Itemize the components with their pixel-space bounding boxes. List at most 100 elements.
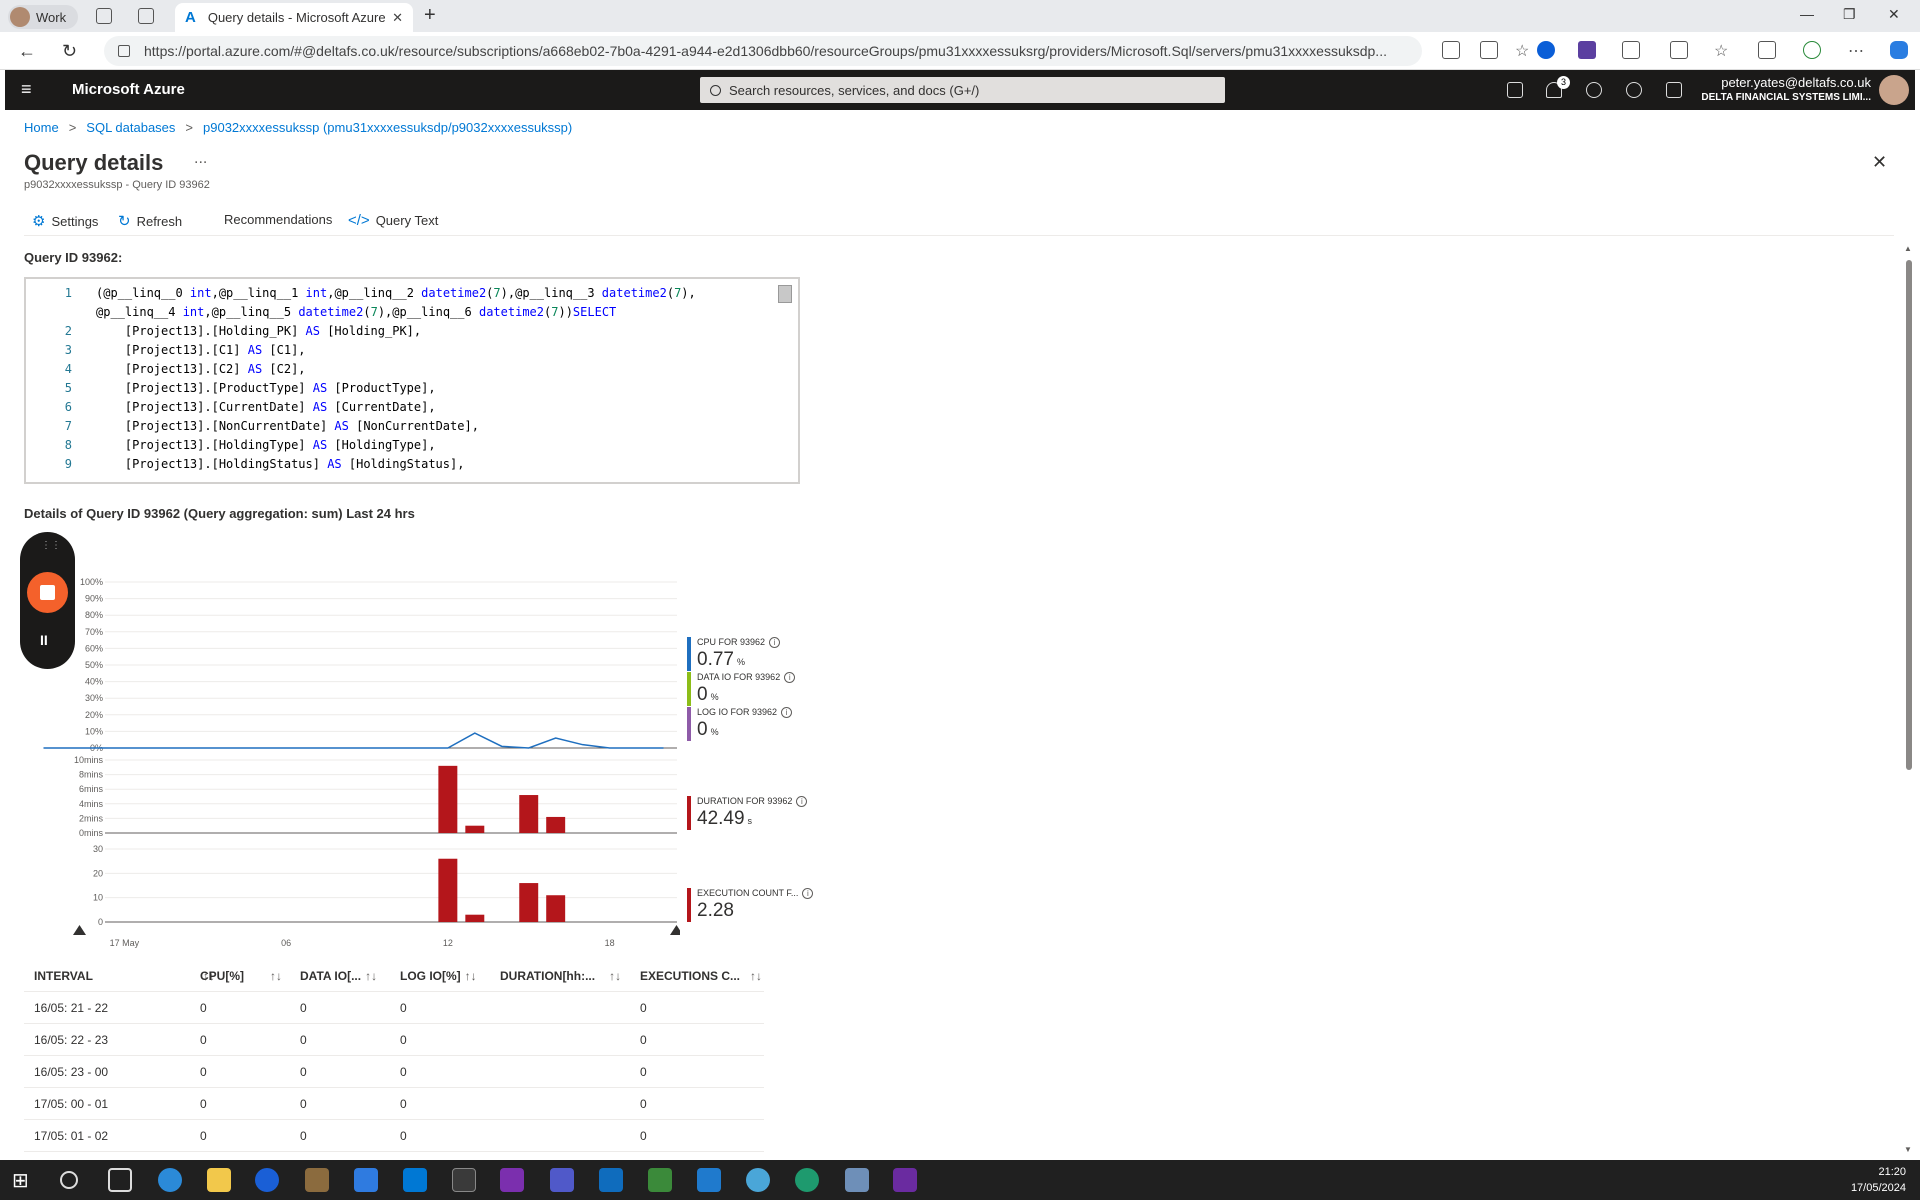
sort-icon[interactable]: ↑↓	[609, 969, 621, 983]
back-icon[interactable]: ←	[18, 41, 36, 62]
info-icon[interactable]: i	[796, 796, 808, 807]
col-header-executions[interactable]: EXECUTIONS C... ↑↓	[630, 969, 764, 983]
table-row[interactable]: 17/05: 01 - 02 0 0 0 0	[24, 1120, 764, 1152]
azure-app-icon[interactable]	[403, 1168, 427, 1192]
feedback-icon[interactable]	[1666, 82, 1682, 98]
recommendations-button[interactable]: Recommendations	[224, 212, 332, 227]
account-menu[interactable]: peter.yates@deltafs.co.uk DELTA FINANCIA…	[1701, 75, 1871, 103]
info-icon[interactable]: i	[769, 637, 781, 648]
col-header-interval[interactable]: INTERVAL ↑↓	[24, 969, 215, 983]
close-blade-icon[interactable]: ✕	[1872, 152, 1887, 173]
onenote-app-icon[interactable]	[500, 1168, 524, 1192]
user-avatar[interactable]	[1879, 75, 1909, 105]
tab-close-icon[interactable]: ✕	[392, 10, 403, 26]
open-in-app-icon[interactable]	[1442, 41, 1460, 59]
window-close-icon[interactable]: ✕	[1888, 6, 1900, 23]
legend-log-io[interactable]: LOG IO FOR 93962 i 0%	[687, 707, 793, 741]
pause-icon[interactable]: II	[40, 632, 48, 648]
terminal-app-icon[interactable]	[452, 1168, 476, 1192]
info-icon[interactable]: i	[784, 672, 796, 683]
table-row[interactable]: 16/05: 21 - 22 0 0 0 0	[24, 992, 764, 1024]
breadcrumb-sql-databases[interactable]: SQL databases	[86, 120, 175, 135]
extension-icon[interactable]	[1578, 41, 1596, 59]
project-app-icon[interactable]	[648, 1168, 672, 1192]
help-icon[interactable]	[1626, 82, 1642, 98]
workspaces-icon[interactable]	[96, 8, 112, 24]
app-icon[interactable]	[746, 1168, 770, 1192]
browser-tab[interactable]: A Query details - Microsoft Azure ✕	[175, 3, 413, 32]
search-taskbar-icon[interactable]	[60, 1171, 78, 1189]
windows-start-icon[interactable]: ⊞	[12, 1168, 36, 1192]
new-tab-icon[interactable]: +	[424, 4, 436, 27]
task-view-icon[interactable]	[108, 1168, 132, 1192]
refresh-button[interactable]: ↻ Refresh	[118, 212, 182, 230]
copilot-icon[interactable]	[1890, 41, 1908, 59]
minimize-icon[interactable]: —	[1800, 6, 1814, 22]
settings-gear-icon[interactable]	[1586, 82, 1602, 98]
browser-tab-strip: Work A Query details - Microsoft Azure ✕…	[0, 0, 1920, 32]
edge-app-icon[interactable]	[795, 1168, 819, 1192]
tab-actions-icon[interactable]	[138, 8, 154, 24]
legend-execution-count[interactable]: EXECUTION COUNT F... i 2.28	[687, 888, 814, 922]
breadcrumb-home[interactable]: Home	[24, 120, 59, 135]
file-explorer-icon[interactable]	[207, 1168, 231, 1192]
stop-recording-button[interactable]	[27, 572, 68, 613]
info-icon[interactable]: i	[802, 888, 814, 899]
page-scrollbar[interactable]: ▲ ▼	[1903, 244, 1915, 1154]
sort-icon[interactable]: ↑↓	[270, 969, 282, 983]
col-header-data-io[interactable]: DATA IO[... ↑↓	[290, 969, 390, 983]
todo-app-icon[interactable]	[354, 1168, 378, 1192]
drag-handle-icon[interactable]: ⋮⋮	[41, 540, 61, 551]
settings-button[interactable]: ⚙ Settings	[32, 212, 98, 230]
teams-app-icon[interactable]	[550, 1168, 574, 1192]
query-text-button[interactable]: </> Query Text	[348, 212, 438, 229]
collections-icon[interactable]	[1758, 41, 1776, 59]
cloud-shell-icon[interactable]	[1507, 82, 1523, 98]
reload-icon[interactable]: ↻	[62, 41, 77, 62]
scroll-thumb[interactable]	[1906, 260, 1912, 770]
read-aloud-icon[interactable]	[1480, 41, 1498, 59]
app-icon[interactable]	[305, 1168, 329, 1192]
portal-menu-icon[interactable]: ≡	[21, 79, 32, 100]
profile-button[interactable]: Work	[8, 5, 78, 29]
sort-icon[interactable]: ↑↓	[365, 969, 377, 983]
legend-cpu[interactable]: CPU FOR 93962 i 0.77%	[687, 637, 781, 671]
favorite-icon[interactable]: ☆	[1515, 41, 1533, 60]
col-header-duration[interactable]: DURATION[hh:... ↑↓	[490, 969, 630, 983]
favorites-icon[interactable]: ☆	[1714, 41, 1732, 60]
more-menu-icon[interactable]: ⋯	[1848, 41, 1866, 60]
table-row[interactable]: 17/05: 00 - 01 0 0 0 0	[24, 1088, 764, 1120]
system-clock[interactable]: 21:20 17/05/2024	[1851, 1164, 1906, 1196]
breadcrumb-database[interactable]: p9032xxxxessukssp (pmu31xxxxessuksdp/p90…	[203, 120, 572, 135]
azure-brand[interactable]: Microsoft Azure	[72, 81, 185, 98]
1password-app-icon[interactable]	[255, 1168, 279, 1192]
global-search-input[interactable]: Search resources, services, and docs (G+…	[700, 77, 1225, 103]
url-field[interactable]: https://portal.azure.com/#@deltafs.co.uk…	[104, 36, 1422, 66]
scroll-up-icon[interactable]: ▲	[1904, 244, 1912, 253]
table-row[interactable]: 16/05: 22 - 23 0 0 0 0	[24, 1024, 764, 1056]
app-icon[interactable]	[893, 1168, 917, 1192]
scroll-down-icon[interactable]: ▼	[1904, 1145, 1912, 1154]
app-icon[interactable]	[845, 1168, 869, 1192]
sort-icon[interactable]: ↑↓	[465, 969, 477, 983]
col-header-log-io[interactable]: LOG IO[%] ↑↓	[390, 969, 490, 983]
more-options-icon[interactable]: ...	[194, 150, 207, 168]
legend-unit: %	[710, 692, 719, 702]
restore-icon[interactable]: ❐	[1843, 6, 1856, 23]
cell-log-io: 0	[400, 1064, 407, 1079]
query-editor[interactable]: 1 (@p__linq__0 int,@p__linq__1 int,@p__l…	[24, 277, 800, 484]
chrome-app-icon[interactable]	[158, 1168, 182, 1192]
col-header-cpu[interactable]: CPU[%] ↑↓	[190, 969, 290, 983]
info-icon[interactable]: i	[781, 707, 793, 718]
editor-scrollbar[interactable]	[778, 285, 792, 303]
legend-data-io[interactable]: DATA IO FOR 93962 i 0%	[687, 672, 796, 706]
vscode-app-icon[interactable]	[697, 1168, 721, 1192]
browser-essentials-icon[interactable]	[1803, 41, 1821, 59]
extensions-icon[interactable]	[1622, 41, 1640, 59]
outlook-app-icon[interactable]	[599, 1168, 623, 1192]
sort-icon[interactable]: ↑↓	[750, 969, 762, 983]
split-screen-icon[interactable]	[1670, 41, 1688, 59]
1password-icon[interactable]	[1537, 41, 1555, 59]
legend-duration[interactable]: DURATION FOR 93962 i 42.49 s	[687, 796, 808, 830]
table-row[interactable]: 16/05: 23 - 00 0 0 0 0	[24, 1056, 764, 1088]
